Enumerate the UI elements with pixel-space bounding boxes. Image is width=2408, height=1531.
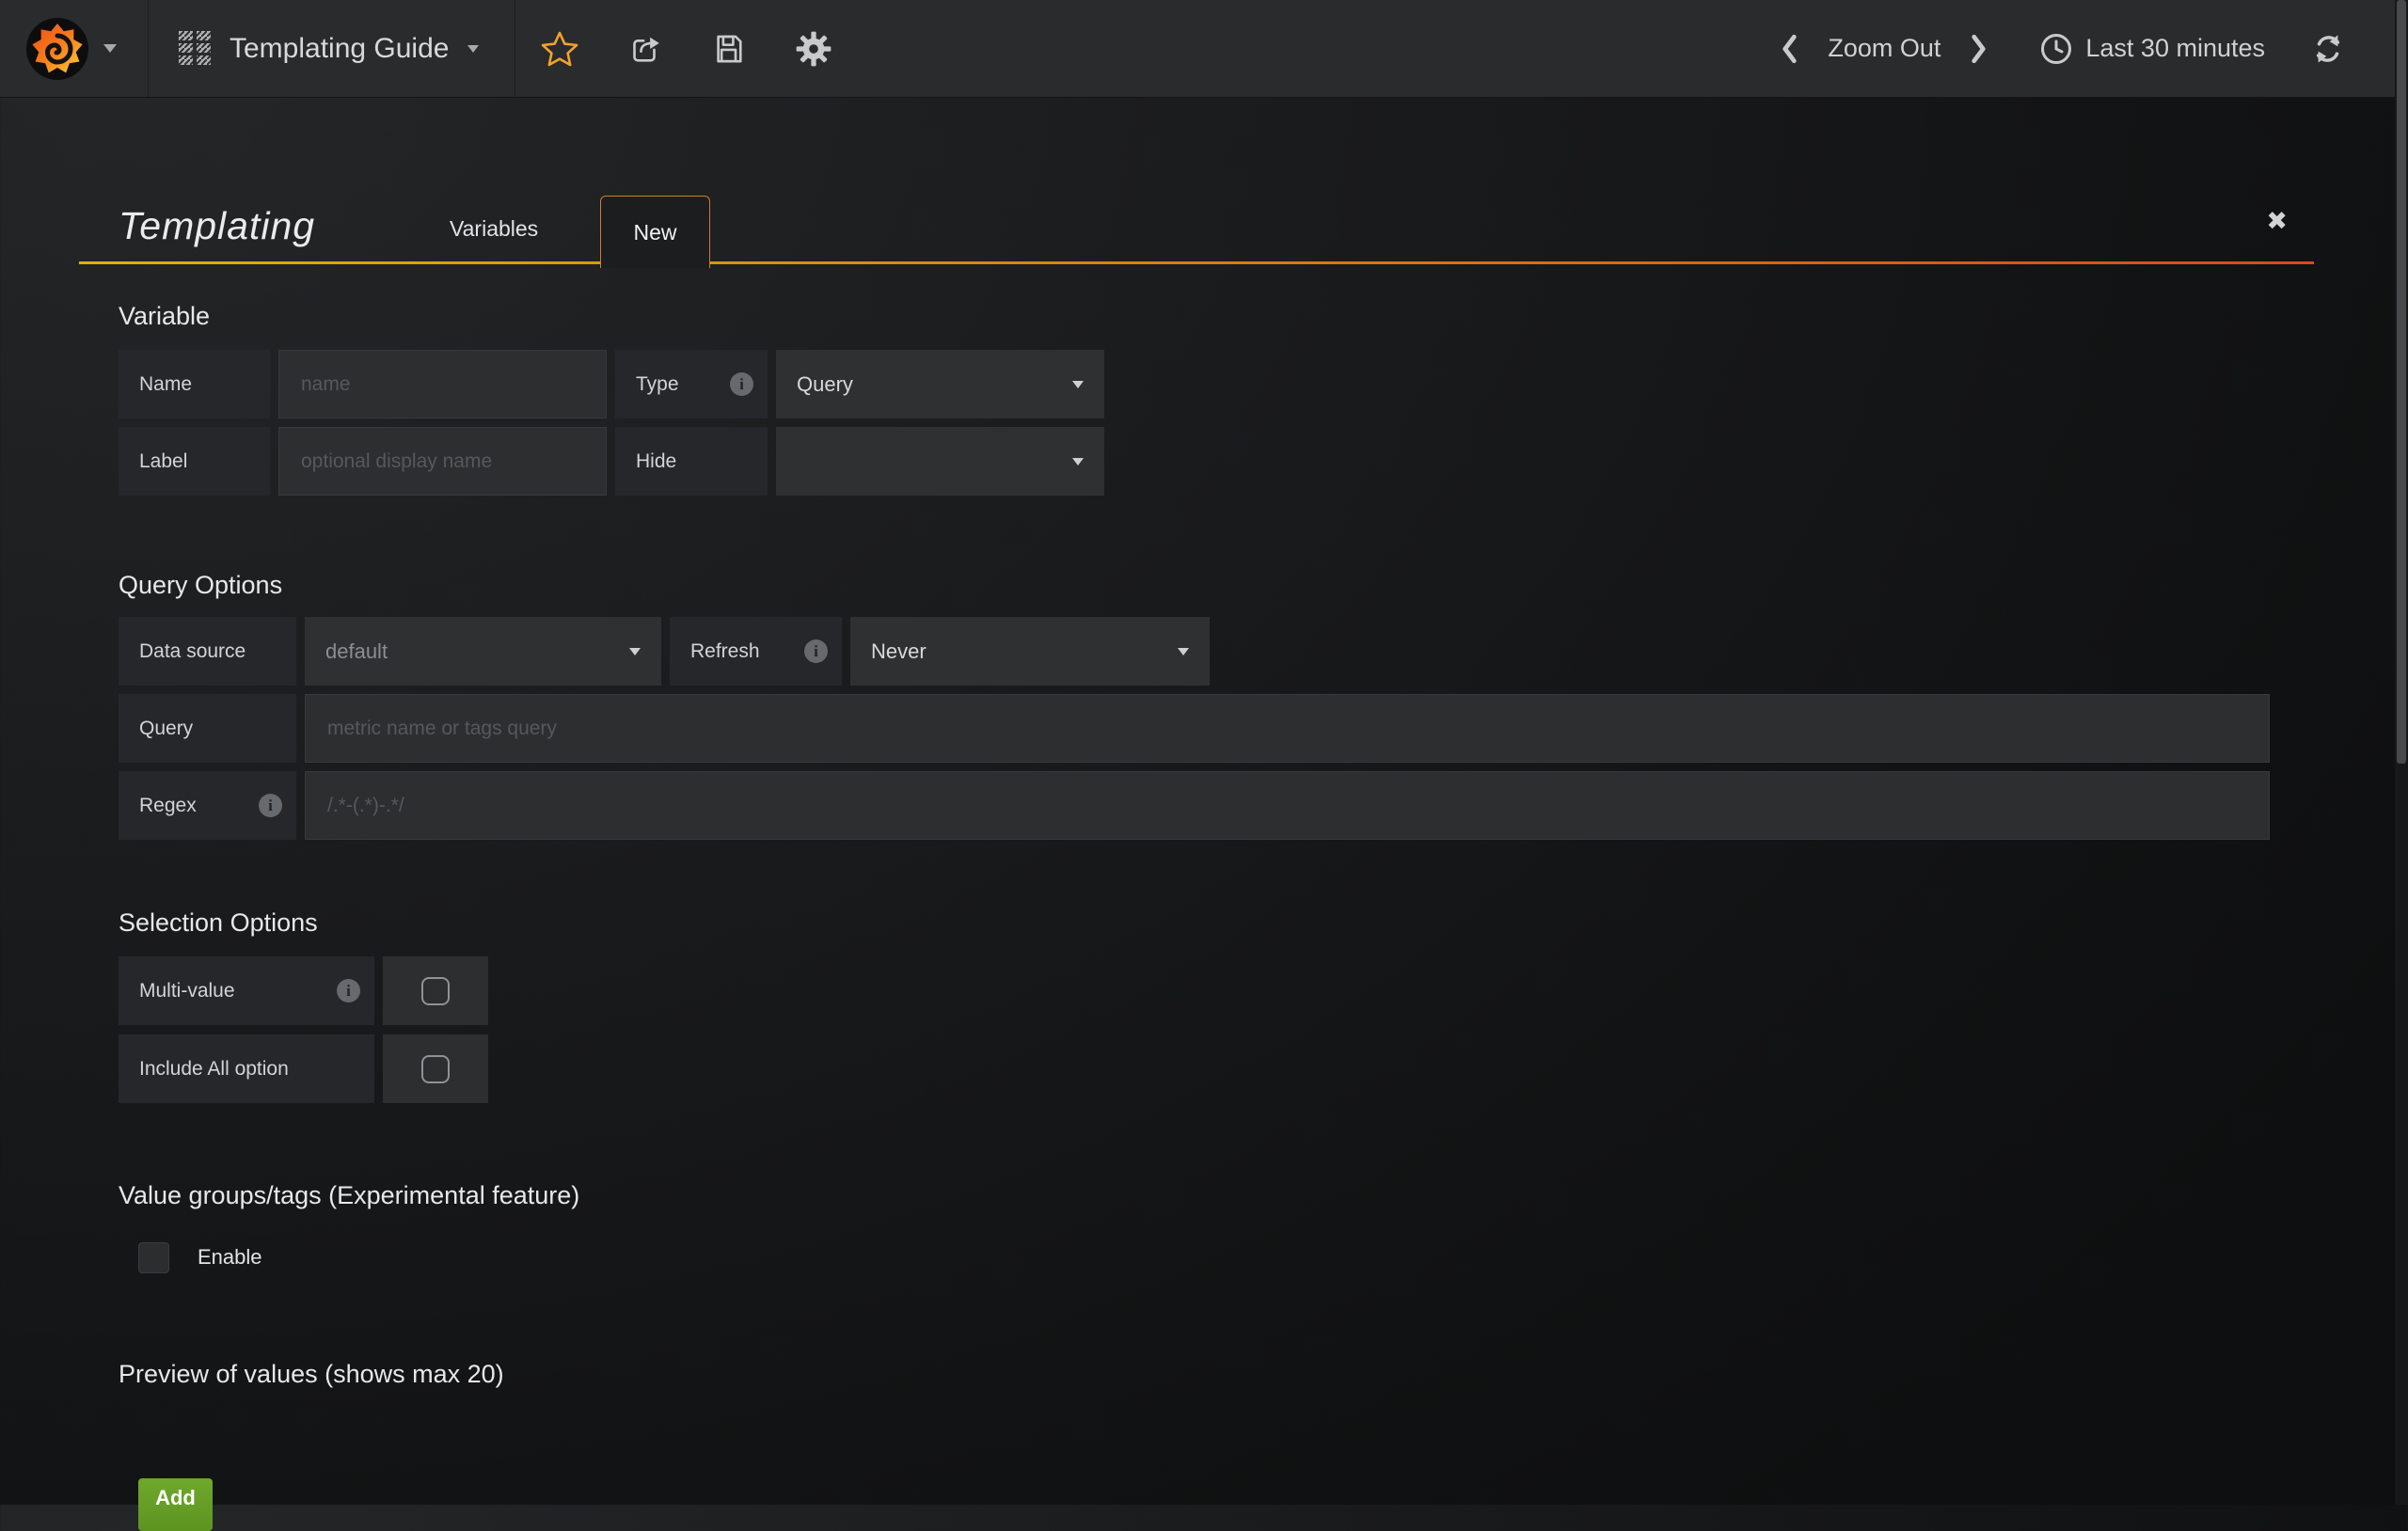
multi-value-label: Multi-value i bbox=[119, 956, 374, 1025]
tab-new[interactable]: New bbox=[600, 196, 710, 268]
zoom-out-button[interactable]: Zoom Out bbox=[1828, 34, 1941, 63]
refresh-select-value: Never bbox=[871, 639, 927, 664]
multi-value-label-text: Multi-value bbox=[139, 980, 235, 1002]
chevron-down-icon bbox=[1072, 381, 1084, 388]
regex-label-text: Regex bbox=[139, 795, 197, 817]
time-range-picker[interactable]: Last 30 minutes bbox=[2085, 34, 2265, 63]
navbar-time-controls: Zoom Out Last 30 minutes bbox=[1769, 0, 2408, 97]
label-input[interactable] bbox=[278, 427, 607, 496]
query-options-rows: Data source default Refresh i Never Quer… bbox=[79, 617, 2314, 840]
top-navbar: Templating Guide bbox=[0, 0, 2408, 98]
chevron-down-icon bbox=[629, 648, 641, 655]
include-all-label: Include All option bbox=[119, 1034, 374, 1103]
chevron-down-icon bbox=[103, 44, 117, 53]
tab-underline bbox=[79, 261, 2314, 264]
refresh-icon[interactable] bbox=[2308, 29, 2348, 69]
info-icon[interactable]: i bbox=[730, 372, 753, 396]
label-label: Label bbox=[119, 427, 270, 496]
enable-row: Enable bbox=[138, 1241, 2314, 1273]
star-button[interactable] bbox=[540, 29, 579, 69]
value-groups-heading: Value groups/tags (Experimental feature) bbox=[119, 1178, 2314, 1212]
type-label-text: Type bbox=[636, 373, 679, 396]
type-select-value: Query bbox=[797, 372, 853, 397]
selection-options-rows: Multi-value i Include All option bbox=[79, 956, 2314, 1103]
dashboard-title: Templating Guide bbox=[230, 33, 449, 65]
save-button[interactable] bbox=[709, 29, 749, 69]
info-icon[interactable]: i bbox=[259, 794, 282, 817]
page-title: Templating bbox=[119, 204, 315, 248]
query-options-heading: Query Options bbox=[119, 568, 2314, 602]
chevron-left-icon[interactable] bbox=[1769, 29, 1809, 69]
enable-label: Enable bbox=[198, 1245, 262, 1270]
datasource-row: Data source default Refresh i Never bbox=[119, 617, 2314, 686]
datasource-label: Data source bbox=[119, 617, 296, 686]
variable-heading: Variable bbox=[119, 299, 2314, 333]
variable-name-row: Name Type i Query bbox=[119, 350, 2314, 418]
scrollbar-thumb[interactable] bbox=[2397, 0, 2406, 764]
enable-checkbox[interactable] bbox=[138, 1242, 169, 1273]
query-input[interactable] bbox=[305, 694, 2270, 763]
clock-icon[interactable] bbox=[2036, 29, 2076, 69]
include-all-row: Include All option bbox=[119, 1034, 2314, 1103]
chevron-down-icon bbox=[1072, 458, 1084, 466]
templating-header: Templating Variables New ✖ bbox=[79, 98, 2314, 264]
grafana-logo-icon bbox=[24, 16, 90, 82]
checkbox-unchecked-icon bbox=[421, 977, 450, 1005]
multi-value-checkbox[interactable] bbox=[383, 956, 488, 1025]
query-row: Query bbox=[119, 694, 2314, 763]
include-all-checkbox[interactable] bbox=[383, 1034, 488, 1103]
chevron-right-icon[interactable] bbox=[1959, 29, 1999, 69]
multi-value-row: Multi-value i bbox=[119, 956, 2314, 1025]
info-icon[interactable]: i bbox=[337, 979, 360, 1002]
variable-label-row: Label Hide bbox=[119, 427, 2314, 496]
query-label: Query bbox=[119, 694, 296, 763]
regex-input[interactable] bbox=[305, 771, 2270, 840]
type-label: Type i bbox=[615, 350, 768, 418]
hide-label: Hide bbox=[615, 427, 768, 496]
share-button[interactable] bbox=[625, 29, 664, 69]
grafana-logo-menu[interactable] bbox=[0, 0, 149, 97]
refresh-select[interactable]: Never bbox=[850, 617, 1210, 686]
info-icon[interactable]: i bbox=[804, 639, 828, 663]
add-button[interactable]: Add bbox=[138, 1478, 213, 1531]
navbar-actions bbox=[515, 0, 833, 97]
tab-variables[interactable]: Variables bbox=[450, 216, 538, 242]
checkbox-unchecked-icon bbox=[421, 1055, 450, 1083]
chevron-down-icon bbox=[467, 45, 479, 53]
regex-row: Regex i bbox=[119, 771, 2314, 840]
dashboard-title-menu[interactable]: Templating Guide bbox=[149, 0, 515, 97]
regex-label: Regex i bbox=[119, 771, 296, 840]
close-icon[interactable]: ✖ bbox=[2266, 209, 2288, 234]
chevron-down-icon bbox=[1178, 648, 1189, 655]
dashboard-grid-icon bbox=[179, 31, 211, 66]
selection-options-heading: Selection Options bbox=[119, 906, 2314, 939]
type-select[interactable]: Query bbox=[776, 350, 1104, 418]
scrollbar-track bbox=[2395, 0, 2408, 1505]
refresh-label-text: Refresh bbox=[690, 640, 760, 663]
gear-button[interactable] bbox=[794, 29, 833, 69]
datasource-select-value: default bbox=[325, 639, 388, 664]
variable-rows: Name Type i Query Label Hide bbox=[79, 350, 2314, 496]
hide-select[interactable] bbox=[776, 427, 1104, 496]
templating-editor: Templating Variables New ✖ Variable Name… bbox=[0, 98, 2408, 1531]
preview-heading: Preview of values (shows max 20) bbox=[119, 1357, 2314, 1391]
datasource-select[interactable]: default bbox=[305, 617, 661, 686]
name-label: Name bbox=[119, 350, 270, 418]
name-input[interactable] bbox=[278, 350, 607, 418]
refresh-label: Refresh i bbox=[670, 617, 842, 686]
